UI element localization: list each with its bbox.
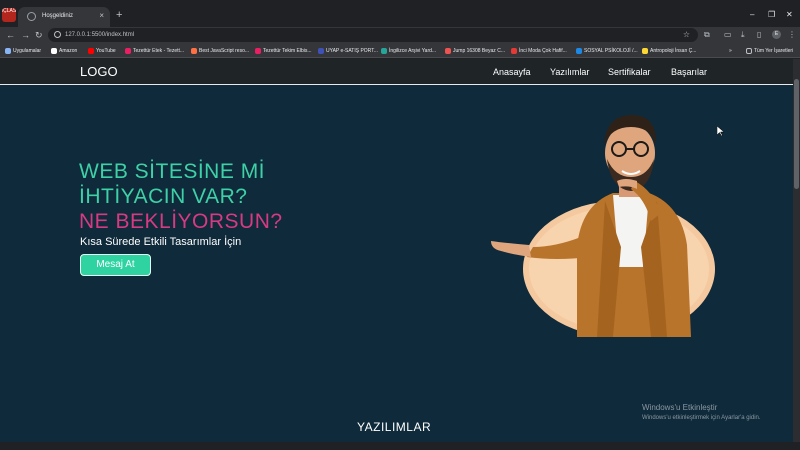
bookmark-item[interactable]: Uygulamalar [5, 46, 41, 56]
hero-subtitle: Kısa Sürede Etkili Tasarımlar İçin [80, 236, 242, 248]
bookmark-item[interactable]: YouTube [88, 46, 116, 56]
site-favicon-icon [511, 48, 517, 54]
message-button[interactable]: Mesaj At [80, 254, 151, 276]
bookmark-item[interactable]: İnci Moda Çok Hafif... [511, 46, 567, 56]
bookmark-label: Amazon [59, 48, 78, 54]
tab-favicon-icon [27, 12, 36, 21]
site-navbar: LOGO Anasayfa Yazılımlar Sertifikalar Ba… [0, 59, 793, 85]
back-arrow-icon[interactable]: ← [6, 29, 15, 41]
profile-avatar[interactable]: E [772, 30, 781, 39]
folder-icon [746, 48, 752, 54]
site-favicon-icon [381, 48, 387, 54]
bookmark-label: Tezettür Tekim Elbis... [263, 48, 312, 54]
amazon-icon [51, 48, 57, 54]
apps-grid-icon [5, 48, 11, 54]
site-favicon-icon [445, 48, 451, 54]
bookmark-label: Jump 16308 Beyaz C... [453, 48, 505, 54]
hero-heading-line2: İHTİYACIN VAR? [79, 185, 248, 208]
bookmark-label: UYAP e-SATIŞ PORT... [326, 48, 378, 54]
nav-link-sertifikalar[interactable]: Sertifikalar [608, 66, 651, 78]
extensions-icon[interactable]: ⧉ [704, 30, 710, 40]
bookmarks-bar: Uygulamalar Amazon YouTube Tezettür Etek… [0, 43, 800, 58]
nav-link-anasayfa[interactable]: Anasayfa [493, 66, 531, 78]
window-bottom-edge [0, 442, 800, 450]
site-favicon-icon [576, 48, 582, 54]
bookmarks-overflow-icon[interactable]: » [729, 47, 732, 55]
bookmark-label: Tüm Yer İşaretleri [754, 48, 794, 54]
bookmark-label: Uygulamalar [13, 48, 42, 54]
site-logo[interactable]: LOGO [80, 64, 118, 79]
bookmark-item[interactable]: Jump 16308 Beyaz C... [445, 46, 505, 56]
url-text[interactable]: 127.0.0.1:5500/index.html [65, 30, 134, 40]
all-bookmarks-folder[interactable]: Tüm Yer İşaretleri [746, 46, 793, 56]
hero-heading-line1: WEB SİTESİNE Mİ [79, 160, 266, 183]
bookmark-label: Tezettür Etek - Tezett... [133, 48, 185, 54]
bookmark-label: İnci Moda Çok Hafif... [519, 48, 567, 54]
browser-tab[interactable]: Hoşgeldiniz × [18, 7, 110, 27]
bookmark-item[interactable]: İngilizce Arşivi Yard... [381, 46, 436, 56]
scrollbar-thumb[interactable] [794, 79, 799, 189]
mouse-cursor-icon [717, 126, 725, 136]
cast-icon[interactable]: ▭ [724, 30, 732, 40]
nav-link-basarilar[interactable]: Başarılar [671, 66, 707, 78]
address-bar[interactable]: 127.0.0.1:5500/index.html ☆ [48, 28, 698, 42]
site-favicon-icon [255, 48, 261, 54]
close-window-button[interactable]: ✕ [786, 10, 793, 20]
profile-chip[interactable]: iÇLAS [2, 8, 16, 22]
bookmark-item[interactable]: Tezettür Etek - Tezett... [125, 46, 184, 56]
bookmark-item[interactable]: Antropoloji İnsan Ç... [642, 46, 696, 56]
bookmark-label: İngilizce Arşivi Yard... [389, 48, 437, 54]
page-scrollbar[interactable] [793, 59, 800, 442]
bookmark-label: SOSYAL PSİKOLOJİ /... [584, 48, 638, 54]
bookmark-item[interactable]: Amazon [51, 46, 77, 56]
nav-link-yazilimlar[interactable]: Yazılımlar [550, 66, 589, 78]
tab-close-icon[interactable]: × [99, 10, 104, 22]
site-favicon-icon [191, 48, 197, 54]
maximize-button[interactable]: ❐ [768, 10, 775, 20]
forward-arrow-icon[interactable]: → [21, 29, 30, 41]
bookmark-star-icon[interactable]: ☆ [683, 29, 690, 41]
site-info-icon[interactable] [54, 31, 61, 38]
hero-heading-line3: NE BEKLİYORSUN? [79, 210, 283, 233]
site-favicon-icon [642, 48, 648, 54]
reload-icon[interactable]: ↻ [35, 29, 43, 41]
site-favicon-icon [125, 48, 131, 54]
tab-strip: iÇLAS Hoşgeldiniz × + – ❐ ✕ [0, 0, 800, 27]
browser-toolbar: ← → ↻ 127.0.0.1:5500/index.html ☆ ⧉ ▭ ⤓ … [0, 27, 800, 43]
bookmark-item[interactable]: Best JavaScript reso... [191, 46, 249, 56]
menu-icon[interactable]: ⋮ [788, 30, 796, 40]
new-tab-button[interactable]: + [116, 9, 122, 22]
bookmark-item[interactable]: Tezettür Tekim Elbis... [255, 46, 312, 56]
side-panel-icon[interactable]: ▯ [757, 30, 761, 40]
web-page: LOGO Anasayfa Yazılımlar Sertifikalar Ba… [0, 59, 793, 442]
section-title-yazilimlar: YAZILIMLAR [357, 420, 432, 434]
bookmark-item[interactable]: SOSYAL PSİKOLOJİ /... [576, 46, 638, 56]
windows-activation-title: Windows'u Etkinleştir [642, 403, 718, 412]
minimize-button[interactable]: – [750, 10, 754, 20]
download-icon[interactable]: ⤓ [741, 30, 745, 40]
bookmark-label: Antropoloji İnsan Ç... [650, 48, 697, 54]
youtube-icon [88, 48, 94, 54]
site-favicon-icon [318, 48, 324, 54]
bookmark-label: YouTube [96, 48, 116, 54]
bookmark-item[interactable]: UYAP e-SATIŞ PORT... [318, 46, 378, 56]
tab-title: Hoşgeldiniz [42, 13, 74, 19]
windows-activation-subtitle: Windows'u etkinleştirmek için Ayarlar'a … [642, 415, 761, 421]
hero-person-image [491, 115, 715, 337]
bookmark-label: Best JavaScript reso... [199, 48, 250, 54]
